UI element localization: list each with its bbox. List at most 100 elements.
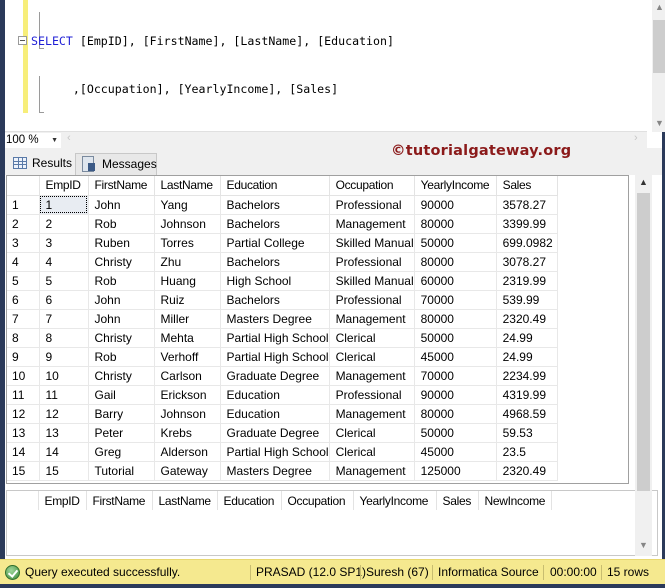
cell-rownum[interactable]: 6 (7, 290, 40, 310)
cell-education[interactable]: Education (220, 385, 330, 405)
cell-education[interactable]: Partial High School (220, 347, 330, 367)
scroll-up-icon[interactable]: ▲ (636, 177, 651, 187)
cell-occupation[interactable]: Management (329, 214, 415, 234)
cell-rownum[interactable]: 11 (7, 385, 40, 405)
table-row[interactable]: 1 1 John Yang Bachelors Professional 90000 3578… (7, 195, 558, 215)
results-grid-2[interactable]: EmpID FirstName LastName Education Occup… (6, 490, 658, 556)
cell-lastname[interactable]: Carlson (154, 366, 221, 386)
cell-education[interactable]: Bachelors (220, 214, 330, 234)
cell-empid[interactable]: 5 (39, 271, 89, 291)
cell-rownum[interactable]: 12 (7, 404, 40, 424)
cell-education[interactable]: High School (220, 271, 330, 291)
cell-sales[interactable]: 699.0982 (496, 233, 558, 253)
cell-lastname[interactable]: Ruiz (154, 290, 221, 310)
cell-yearlyincome[interactable]: 80000 (414, 309, 497, 329)
cell-empid[interactable]: 8 (39, 328, 89, 348)
zoom-level-select[interactable]: 100 % ▼ (5, 133, 61, 148)
column-header-empid[interactable]: EmpID (38, 491, 87, 510)
cell-yearlyincome[interactable]: 80000 (414, 252, 497, 272)
column-header-rownum[interactable] (7, 176, 40, 196)
cell-empid[interactable]: 4 (39, 252, 89, 272)
cell-yearlyincome[interactable]: 45000 (414, 347, 497, 367)
cell-rownum[interactable]: 10 (7, 366, 40, 386)
cell-firstname[interactable]: Tutorial (88, 461, 155, 481)
cell-education[interactable]: Bachelors (220, 290, 330, 310)
cell-rownum[interactable]: 9 (7, 347, 40, 367)
table-row[interactable]: 9 9 Rob Verhoff Partial High School Clerical 4… (7, 347, 558, 367)
results-vertical-scrollbar[interactable]: ▲ ▼ (635, 175, 652, 556)
table-row[interactable]: 11 11 Gail Erickson Education Professional 900… (7, 385, 558, 405)
cell-yearlyincome[interactable]: 90000 (414, 385, 497, 405)
cell-lastname[interactable]: Yang (154, 195, 221, 215)
cell-occupation[interactable]: Clerical (329, 442, 415, 462)
scroll-right-icon[interactable]: › (634, 132, 638, 144)
cell-rownum[interactable]: 15 (7, 461, 40, 481)
cell-occupation[interactable]: Professional (329, 385, 415, 405)
cell-yearlyincome[interactable]: 50000 (414, 233, 497, 253)
cell-firstname[interactable]: John (88, 309, 155, 329)
cell-empid[interactable]: 15 (39, 461, 89, 481)
cell-sales[interactable]: 4319.99 (496, 385, 558, 405)
cell-occupation[interactable]: Management (329, 366, 415, 386)
cell-firstname[interactable]: Ruben (88, 233, 155, 253)
cell-lastname[interactable]: Johnson (154, 214, 221, 234)
cell-sales[interactable]: 4968.59 (496, 404, 558, 424)
cell-sales[interactable]: 3399.99 (496, 214, 558, 234)
cell-occupation[interactable]: Professional (329, 195, 415, 215)
collapse-icon[interactable] (18, 36, 27, 45)
scroll-left-icon[interactable]: ‹ (67, 132, 71, 144)
cell-firstname[interactable]: Rob (88, 271, 155, 291)
column-header-firstname[interactable]: FirstName (88, 176, 155, 196)
cell-empid[interactable]: 13 (39, 423, 89, 443)
column-header-lastname[interactable]: LastName (152, 491, 218, 510)
cell-occupation[interactable]: Management (329, 461, 415, 481)
table-row[interactable]: 12 12 Barry Johnson Education Management 80000… (7, 404, 558, 424)
cell-yearlyincome[interactable]: 80000 (414, 214, 497, 234)
editor-vertical-scrollbar[interactable]: ▲ ▼ (652, 0, 665, 132)
cell-yearlyincome[interactable]: 45000 (414, 442, 497, 462)
cell-lastname[interactable]: Gateway (154, 461, 221, 481)
cell-rownum[interactable]: 14 (7, 442, 40, 462)
cell-empid[interactable]: 10 (39, 366, 89, 386)
cell-lastname[interactable]: Huang (154, 271, 221, 291)
cell-education[interactable]: Partial High School (220, 442, 330, 462)
cell-occupation[interactable]: Clerical (329, 328, 415, 348)
cell-sales[interactable]: 23.5 (496, 442, 558, 462)
column-header-education[interactable]: Education (217, 491, 282, 510)
column-header-sales[interactable]: Sales (496, 176, 558, 196)
cell-empid[interactable]: 3 (39, 233, 89, 253)
cell-firstname[interactable]: Christy (88, 366, 155, 386)
cell-empid[interactable]: 2 (39, 214, 89, 234)
cell-sales[interactable]: 2320.49 (496, 461, 558, 481)
cell-empid[interactable]: 11 (39, 385, 89, 405)
scroll-down-icon[interactable]: ▼ (636, 540, 651, 550)
scroll-up-icon[interactable]: ▲ (652, 2, 665, 12)
scrollbar-thumb[interactable] (653, 20, 665, 73)
cell-firstname[interactable]: Christy (88, 252, 155, 272)
cell-firstname[interactable]: Barry (88, 404, 155, 424)
cell-empid[interactable]: 14 (39, 442, 89, 462)
cell-firstname[interactable]: Greg (88, 442, 155, 462)
column-header-lastname[interactable]: LastName (154, 176, 221, 196)
cell-education[interactable]: Education (220, 404, 330, 424)
cell-rownum[interactable]: 3 (7, 233, 40, 253)
cell-rownum[interactable]: 4 (7, 252, 40, 272)
cell-occupation[interactable]: Skilled Manual (329, 233, 415, 253)
cell-sales[interactable]: 24.99 (496, 347, 558, 367)
cell-sales[interactable]: 2320.49 (496, 309, 558, 329)
cell-yearlyincome[interactable]: 50000 (414, 423, 497, 443)
column-header-newincome[interactable]: NewIncome (478, 491, 552, 510)
cell-lastname[interactable]: Verhoff (154, 347, 221, 367)
cell-lastname[interactable]: Zhu (154, 252, 221, 272)
cell-firstname[interactable]: Christy (88, 328, 155, 348)
cell-empid[interactable]: 12 (39, 404, 89, 424)
cell-yearlyincome[interactable]: 70000 (414, 290, 497, 310)
scroll-down-icon[interactable]: ▼ (652, 118, 665, 128)
table-row[interactable]: 14 14 Greg Alderson Partial High School Cleri… (7, 442, 558, 462)
column-header-empid[interactable]: EmpID (39, 176, 89, 196)
cell-rownum[interactable]: 7 (7, 309, 40, 329)
cell-occupation[interactable]: Clerical (329, 423, 415, 443)
cell-lastname[interactable]: Torres (154, 233, 221, 253)
cell-sales[interactable]: 2234.99 (496, 366, 558, 386)
cell-empid[interactable]: 9 (39, 347, 89, 367)
